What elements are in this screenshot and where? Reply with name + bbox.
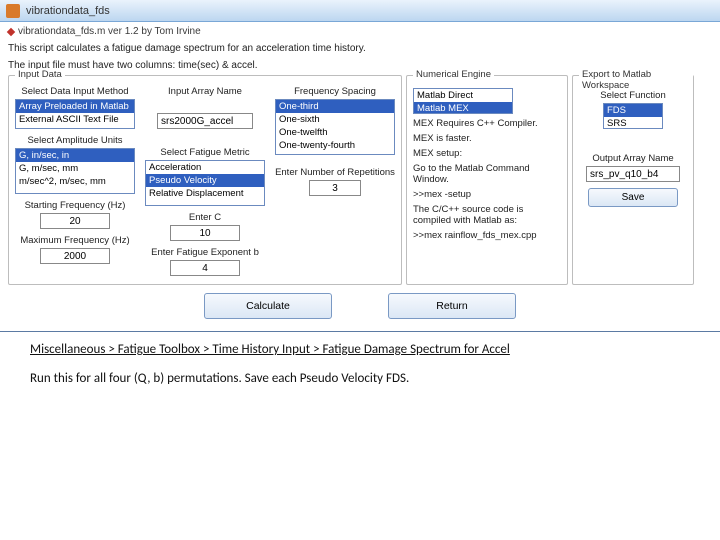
method-label: Select Data Input Method: [15, 86, 135, 97]
method-opt-1[interactable]: External ASCII Text File: [16, 113, 134, 126]
description-1: This script calculates a fatigue damage …: [8, 43, 712, 54]
content-area: vibrationdata_fds.m ver 1.2 by Tom Irvin…: [0, 22, 720, 325]
exp-input[interactable]: [170, 260, 240, 276]
c-label: Enter C: [145, 212, 265, 223]
rep-label: Enter Number of Repetitions: [275, 167, 395, 178]
export-panel-label: Export to Matlab Workspace: [579, 69, 693, 91]
rep-input[interactable]: [309, 180, 361, 196]
spacing-label: Frequency Spacing: [275, 86, 395, 97]
func-opt-1[interactable]: SRS: [604, 117, 662, 129]
start-freq-input[interactable]: [40, 213, 110, 229]
metric-opt-0[interactable]: Acceleration: [146, 161, 264, 174]
amp-opt-2[interactable]: m/sec^2, m/sec, mm: [16, 175, 134, 188]
metric-listbox[interactable]: Acceleration Pseudo Velocity Relative Di…: [145, 160, 265, 206]
export-panel: Export to Matlab Workspace Select Functi…: [572, 75, 694, 285]
caption-block: Miscellaneous > Fatigue Toolbox > Time H…: [0, 332, 720, 390]
script-header: vibrationdata_fds.m ver 1.2 by Tom Irvin…: [8, 26, 712, 71]
amp-listbox[interactable]: G, in/sec, in G, m/sec, mm m/sec^2, m/se…: [15, 148, 135, 194]
numeric-line-5: >>mex -setup: [413, 189, 561, 200]
engine-opt-1[interactable]: Matlab MEX: [414, 102, 512, 114]
spacing-opt-3[interactable]: One-twenty-fourth: [276, 139, 394, 152]
window-titlebar: vibrationdata_fds: [0, 0, 720, 22]
array-name-input[interactable]: [157, 113, 253, 129]
out-label: Output Array Name: [579, 153, 687, 164]
calculate-button[interactable]: Calculate: [204, 293, 332, 319]
numerical-engine-panel: Numerical Engine Matlab Direct Matlab ME…: [406, 75, 568, 285]
spacing-opt-1[interactable]: One-sixth: [276, 113, 394, 126]
start-freq-label: Starting Frequency (Hz): [15, 200, 135, 211]
button-row: Calculate Return: [8, 293, 712, 319]
input-col-3: Frequency Spacing One-third One-sixth On…: [275, 80, 395, 276]
exp-label: Enter Fatigue Exponent b: [145, 247, 265, 258]
numeric-line-3: MEX setup:: [413, 148, 561, 159]
array-name-label: Input Array Name: [145, 86, 265, 97]
amp-opt-0[interactable]: G, in/sec, in: [16, 149, 134, 162]
caption-instruction: Run this for all four (Q, b) permutation…: [30, 371, 700, 386]
save-button[interactable]: Save: [588, 188, 678, 207]
numeric-line-1: MEX Requires C++ Compiler.: [413, 118, 561, 129]
numeric-line-7: >>mex rainflow_fds_mex.cpp: [413, 230, 561, 241]
engine-listbox[interactable]: Matlab Direct Matlab MEX: [413, 88, 513, 114]
numeric-notes: MEX Requires C++ Compiler. MEX is faster…: [413, 118, 561, 241]
max-freq-input[interactable]: [40, 248, 110, 264]
metric-opt-2[interactable]: Relative Displacement: [146, 187, 264, 200]
return-button[interactable]: Return: [388, 293, 516, 319]
metric-opt-1[interactable]: Pseudo Velocity: [146, 174, 264, 187]
numeric-line-4: Go to the Matlab Command Window.: [413, 163, 561, 185]
app-icon: [6, 4, 20, 18]
bullet-icon: [7, 27, 15, 35]
spacing-opt-0[interactable]: One-third: [276, 100, 394, 113]
out-array-input[interactable]: [586, 166, 680, 182]
func-opt-0[interactable]: FDS: [604, 104, 662, 117]
input-col-2: Input Array Name Select Fatigue Metric A…: [145, 80, 265, 276]
method-opt-0[interactable]: Array Preloaded in Matlab: [16, 100, 134, 113]
spacing-listbox[interactable]: One-third One-sixth One-twelfth One-twen…: [275, 99, 395, 155]
metric-label: Select Fatigue Metric: [145, 147, 265, 158]
window-title: vibrationdata_fds: [26, 5, 110, 17]
func-label: Select Function: [579, 90, 687, 101]
spacing-opt-2[interactable]: One-twelfth: [276, 126, 394, 139]
numeric-line-6: The C/C++ source code is compiled with M…: [413, 204, 561, 226]
engine-opt-0[interactable]: Matlab Direct: [414, 89, 512, 102]
numeric-panel-label: Numerical Engine: [413, 69, 494, 80]
numeric-line-2: MEX is faster.: [413, 133, 561, 144]
amp-label: Select Amplitude Units: [15, 135, 135, 146]
version-text: vibrationdata_fds.m ver 1.2 by Tom Irvin…: [18, 26, 201, 37]
input-data-panel: Input Data Select Data Input Method Arra…: [8, 75, 402, 285]
panels-row: Input Data Select Data Input Method Arra…: [8, 75, 712, 285]
caption-breadcrumb: Miscellaneous > Fatigue Toolbox > Time H…: [30, 342, 510, 357]
input-col-1: Select Data Input Method Array Preloaded…: [15, 80, 135, 276]
func-listbox[interactable]: FDS SRS: [603, 103, 663, 129]
amp-opt-1[interactable]: G, m/sec, mm: [16, 162, 134, 175]
c-input[interactable]: [170, 225, 240, 241]
method-listbox[interactable]: Array Preloaded in Matlab External ASCII…: [15, 99, 135, 129]
version-line: vibrationdata_fds.m ver 1.2 by Tom Irvin…: [8, 26, 712, 37]
max-freq-label: Maximum Frequency (Hz): [15, 235, 135, 246]
input-data-panel-label: Input Data: [15, 69, 65, 80]
